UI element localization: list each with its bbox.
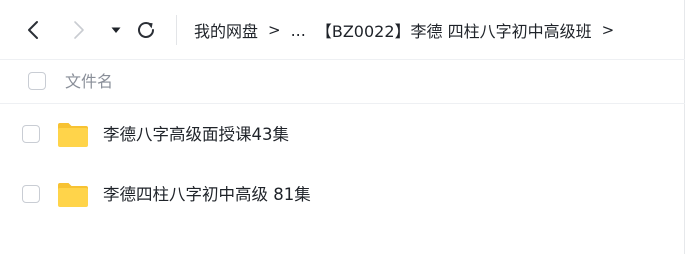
refresh-button[interactable]	[134, 18, 158, 42]
row-checkbox[interactable]	[22, 185, 40, 203]
breadcrumb-current[interactable]: 【BZ0022】李德 四柱八字初中高级班	[316, 18, 592, 42]
file-list-header: 文件名	[0, 60, 685, 104]
column-header-filename[interactable]: 文件名	[65, 60, 113, 104]
breadcrumb-ellipsis[interactable]: ...	[291, 21, 306, 40]
list-item[interactable]: 李德八字高级面授课43集	[0, 104, 684, 164]
file-browser-panel: 我的网盘 > ... 【BZ0022】李德 四柱八字初中高级班 > 文件名 李德…	[0, 0, 685, 254]
folder-icon	[58, 183, 88, 207]
select-all-checkbox[interactable]	[28, 72, 46, 90]
refresh-icon	[138, 22, 154, 38]
forward-button[interactable]	[66, 18, 90, 42]
history-dropdown-button[interactable]	[108, 22, 124, 38]
toolbar-divider	[176, 15, 177, 45]
breadcrumb-trailing-separator: >	[601, 21, 615, 39]
chevron-right-icon	[74, 21, 84, 39]
row-checkbox[interactable]	[22, 125, 40, 143]
back-button[interactable]	[22, 18, 46, 42]
chevron-left-icon	[28, 21, 38, 39]
breadcrumb: 我的网盘 > ... 【BZ0022】李德 四柱八字初中高级班 >	[194, 0, 614, 60]
list-item[interactable]: 李德四柱八字初中高级 81集	[0, 164, 684, 224]
breadcrumb-root[interactable]: 我的网盘	[194, 18, 258, 42]
folder-icon	[58, 123, 88, 147]
file-name[interactable]: 李德四柱八字初中高级 81集	[103, 164, 311, 224]
navigation-toolbar: 我的网盘 > ... 【BZ0022】李德 四柱八字初中高级班 >	[0, 0, 685, 60]
caret-down-icon	[111, 27, 121, 33]
breadcrumb-separator: >	[268, 21, 281, 39]
file-name[interactable]: 李德八字高级面授课43集	[103, 104, 289, 164]
